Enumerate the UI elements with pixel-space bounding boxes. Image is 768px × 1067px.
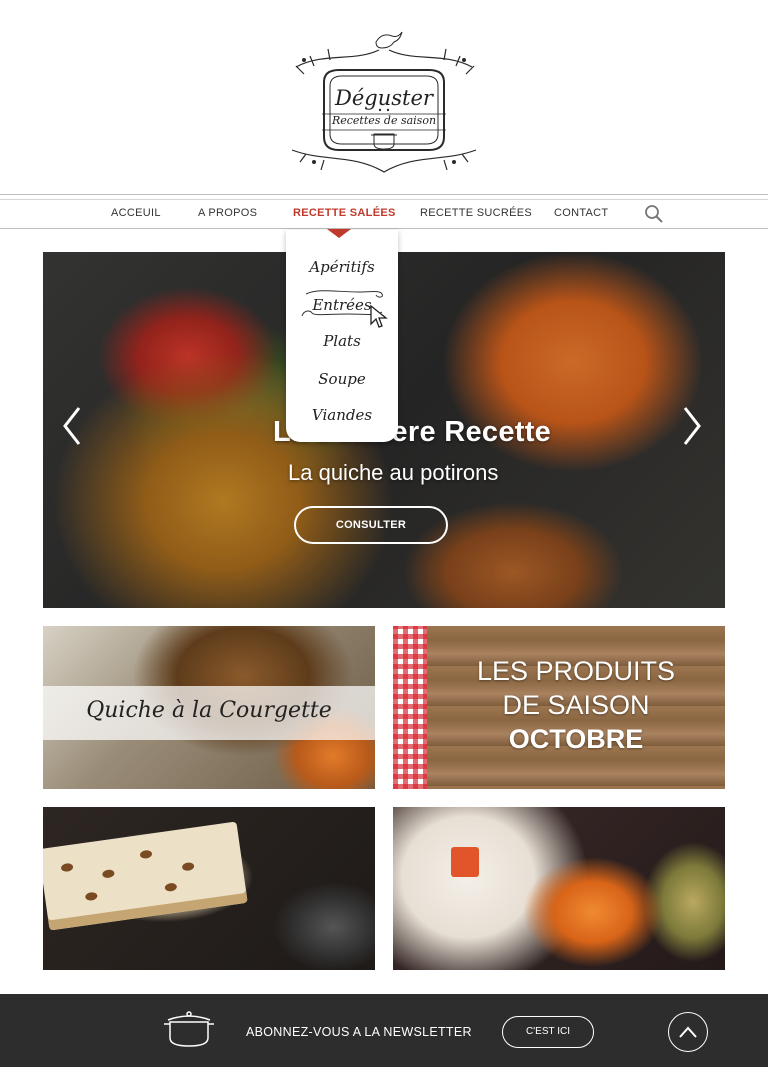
tile-quiche[interactable]: Quiche à la Courgette (43, 626, 375, 789)
site-logo[interactable]: Déguster Recettes de saison (284, 22, 484, 187)
dropdown-item-viandes[interactable]: Viandes (286, 406, 398, 424)
logo-subtitle: Recettes de saison (331, 114, 437, 127)
hero-subtitle: La quiche au potirons (288, 460, 499, 485)
nav-item-acceuil[interactable]: ACCEUIL (111, 207, 161, 219)
nav-item-recette-sucrees[interactable]: RECETTE SUCRÉES (420, 207, 532, 219)
quiche-title: Quiche à la Courgette (86, 698, 332, 723)
gingham-cloth (393, 626, 427, 789)
dropdown-item-soupe[interactable]: Soupe (286, 370, 398, 388)
chevron-right-icon[interactable] (679, 404, 705, 448)
recette-salees-dropdown: Apéritifs Entrées Plats Soupe Viandes (286, 230, 398, 442)
dropdown-item-aperitifs[interactable]: Apéritifs (286, 258, 398, 276)
newsletter-footer: ABONNEZ-VOUS A LA NEWSLETTER C'EST ICI (0, 994, 768, 1067)
newsletter-text: ABONNEZ-VOUS A LA NEWSLETTER (246, 1025, 472, 1039)
saison-line-3: OCTOBRE (508, 724, 644, 754)
cheese-photo (43, 821, 248, 931)
saison-line-1: LES PRODUITS (476, 656, 676, 686)
tile-pumpkin-photo[interactable] (393, 807, 725, 970)
dropdown-item-plats[interactable]: Plats (286, 332, 398, 350)
search-icon[interactable] (644, 204, 664, 224)
tile-produits-saison[interactable]: LES PRODUITS DE SAISON OCTOBRE (393, 626, 725, 789)
logo-title: Déguster (335, 86, 433, 110)
dropdown-caret (327, 229, 351, 238)
nav-item-a-propos[interactable]: A PROPOS (198, 207, 257, 219)
nav-item-contact[interactable]: CONTACT (554, 207, 608, 219)
chevron-up-icon[interactable] (668, 1012, 708, 1052)
nav-divider-top-inner (0, 199, 768, 200)
mouse-cursor-icon (370, 305, 388, 328)
saison-line-2: DE SAISON (502, 690, 650, 720)
cooking-pot-icon (164, 1011, 214, 1047)
newsletter-button[interactable]: C'EST ICI (502, 1016, 594, 1048)
consulter-button[interactable]: CONSULTER (294, 506, 448, 544)
nav-item-recette-salees[interactable]: RECETTE SALÉES (293, 207, 396, 219)
nav-divider-top (0, 194, 768, 195)
chevron-left-icon[interactable] (59, 404, 85, 448)
pumpkin-photo (451, 847, 479, 877)
tile-cheese-photo[interactable] (43, 807, 375, 970)
nav-divider-bottom (0, 228, 768, 229)
